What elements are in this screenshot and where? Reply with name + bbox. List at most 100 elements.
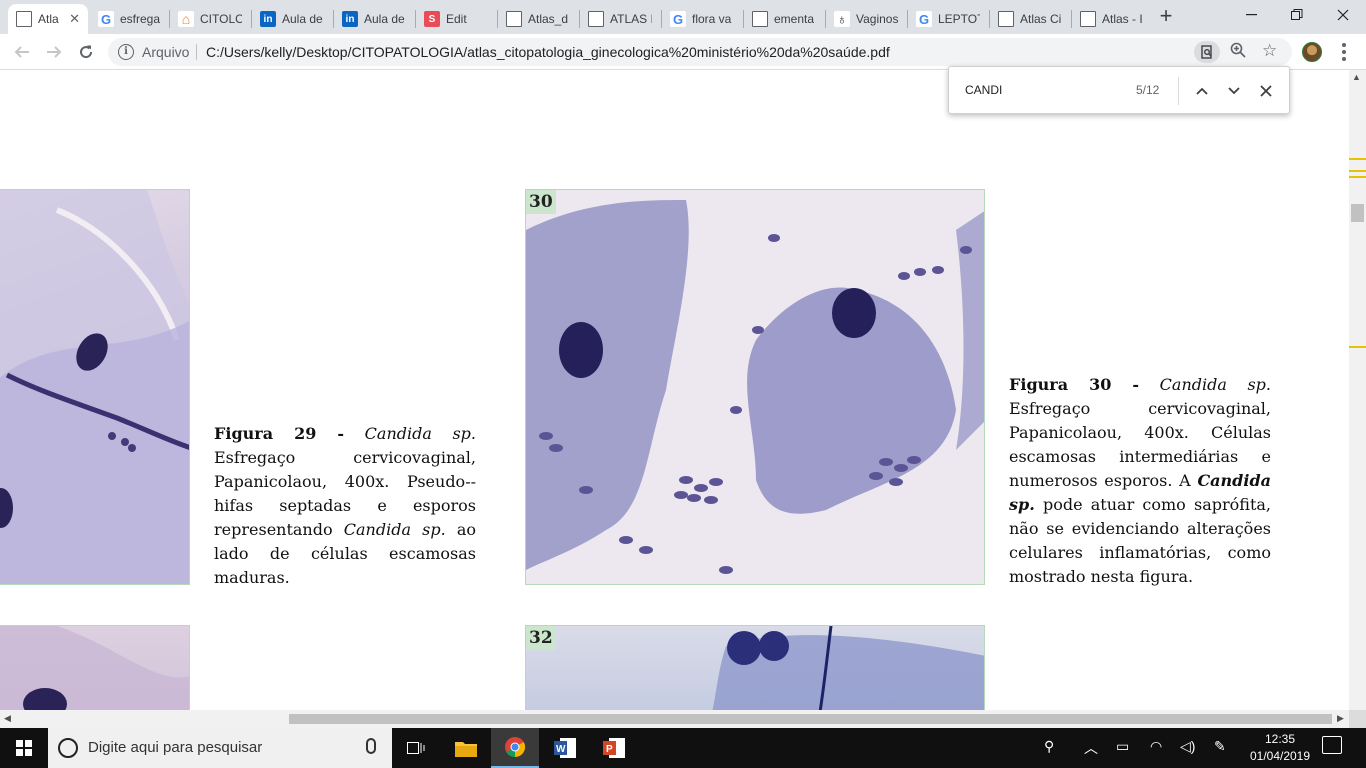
tab-ementa[interactable]: ementa [744, 4, 824, 34]
chevron-down-icon [1228, 87, 1240, 95]
word-button[interactable]: W [541, 728, 589, 768]
tab-leptot[interactable]: G LEPTOT [908, 4, 988, 34]
new-tab-button[interactable]: + [1155, 5, 1177, 28]
tab-flora[interactable]: G flora va [662, 4, 742, 34]
tab-atlas-ci[interactable]: Atlas Ci [990, 4, 1070, 34]
arrow-left-icon [14, 46, 29, 58]
horizontal-scroll-thumb[interactable] [289, 714, 1332, 724]
figure-29-caption: Figura 29 - Candida sp. Esfregaço cervic… [214, 422, 476, 590]
tab-title: Aula de [282, 12, 323, 26]
restore-button[interactable] [1274, 0, 1320, 30]
tab-atlas-dash[interactable]: Atlas - I [1072, 4, 1150, 34]
search-match-marker [1349, 176, 1366, 178]
scroll-up-arrow-icon[interactable]: ▲ [1352, 72, 1361, 82]
folder-icon [455, 742, 477, 757]
close-icon [1260, 85, 1272, 97]
caption-species: Candida sp. [1159, 375, 1271, 394]
tab-title: Atlas_d [528, 12, 569, 26]
notification-icon[interactable] [1322, 736, 1342, 754]
pen-icon[interactable]: ✎ [1214, 738, 1226, 755]
scroll-left-arrow-icon[interactable]: ◀ [4, 713, 11, 724]
caption-label: Figura 29 - [214, 424, 345, 443]
close-window-button[interactable] [1320, 0, 1366, 30]
search-placeholder: Digite aqui para pesquisar [88, 739, 263, 756]
drop-icon: ♁ [834, 11, 850, 27]
avatar[interactable] [1302, 42, 1322, 62]
wifi-icon[interactable]: ◠ [1150, 738, 1162, 755]
start-button[interactable] [0, 728, 48, 768]
system-clock[interactable]: 12:35 01/04/2019 [1240, 731, 1320, 765]
find-previous-button[interactable] [1190, 79, 1214, 103]
taskbar-search-box[interactable]: Digite aqui para pesquisar [48, 728, 392, 768]
chrome-icon [505, 737, 526, 758]
battery-icon[interactable]: ▭ [1116, 738, 1129, 755]
close-tab-icon[interactable]: ✕ [69, 11, 80, 27]
doc-icon [1080, 11, 1096, 27]
minimize-button[interactable] [1228, 0, 1274, 30]
forward-button[interactable] [42, 40, 66, 64]
powerpoint-button[interactable]: P [590, 728, 638, 768]
stackoverflow-icon: ⌂ [178, 11, 194, 27]
linkedin-icon: in [342, 11, 358, 27]
figure-number-label: 32 [526, 626, 556, 650]
find-close-button[interactable] [1254, 79, 1278, 103]
address-bar[interactable]: i Arquivo C:/Users/kelly/Desktop/CITOPAT… [108, 38, 1292, 66]
chrome-button[interactable] [491, 728, 539, 768]
task-view-button[interactable] [392, 728, 440, 768]
tab-strip: Atla ✕ G esfrega ⌂ CITOLO in Aula de in … [0, 0, 1366, 34]
s-icon: S [424, 11, 440, 27]
caption-text: pode atuar como saprófita, não se eviden… [1009, 495, 1271, 586]
tab-title: Vaginos [856, 12, 898, 26]
tab-title: LEPTOT [938, 12, 980, 26]
tab-title: Atlas - I [1102, 12, 1142, 26]
microphone-icon[interactable] [366, 738, 376, 754]
horizontal-scrollbar[interactable]: ◀ ▶ [0, 710, 1349, 728]
find-next-button[interactable] [1222, 79, 1246, 103]
scroll-right-arrow-icon[interactable]: ▶ [1337, 713, 1344, 724]
volume-icon[interactable]: ◁) [1180, 738, 1195, 755]
file-explorer-button[interactable] [442, 728, 490, 768]
bookmark-star-icon[interactable]: ☆ [1262, 41, 1277, 61]
tab-atlas-d[interactable]: Atlas_d [498, 4, 578, 34]
windows-taskbar: Digite aqui para pesquisar W P ⚲ ︿ ▭ ◠ ◁… [0, 728, 1366, 768]
url-text[interactable]: C:/Users/kelly/Desktop/CITOPATOLOGIA/atl… [206, 44, 890, 60]
kebab-menu-icon[interactable] [1334, 40, 1354, 64]
tab-citolo[interactable]: ⌂ CITOLO [170, 4, 250, 34]
vertical-scrollbar[interactable] [1349, 70, 1366, 710]
doc-icon [506, 11, 522, 27]
caption-label: Figura 30 - [1009, 375, 1140, 394]
chevron-up-icon[interactable]: ︿ [1084, 738, 1098, 758]
info-icon[interactable]: i [118, 44, 134, 60]
linkedin-icon: in [260, 11, 276, 27]
tab-atlas-i[interactable]: ATLAS I [580, 4, 660, 34]
vertical-scroll-thumb[interactable] [1351, 204, 1364, 222]
pdf-viewer: Figura 29 - Candida sp. Esfregaço cervic… [0, 70, 1366, 728]
tab-atlas-pdf[interactable]: Atla ✕ [8, 4, 88, 34]
close-icon [1337, 9, 1349, 21]
search-match-marker [1349, 158, 1366, 160]
tab-edit[interactable]: S Edit [416, 4, 496, 34]
powerpoint-icon: P [603, 738, 625, 758]
google-icon: G [98, 11, 114, 27]
clock-date: 01/04/2019 [1249, 749, 1311, 763]
scheme-label: Arquivo [142, 44, 190, 60]
svg-text:W: W [556, 744, 566, 755]
find-input[interactable]: CANDI [965, 83, 1002, 97]
back-button[interactable] [10, 40, 34, 64]
find-in-page-button[interactable] [1194, 41, 1220, 63]
tab-esfregaco[interactable]: G esfrega [90, 4, 168, 34]
google-icon: G [670, 11, 686, 27]
zoom-icon[interactable] [1230, 42, 1246, 63]
task-view-icon [407, 742, 425, 754]
restore-icon [1291, 9, 1303, 20]
people-icon[interactable]: ⚲ [1044, 738, 1054, 755]
find-bar: CANDI 5/12 [948, 66, 1290, 114]
tab-aula-2[interactable]: in Aula de [334, 4, 414, 34]
doc-icon [588, 11, 604, 27]
clock-time: 12:35 [1264, 732, 1296, 746]
reload-button[interactable] [74, 40, 98, 64]
tab-vaginos[interactable]: ♁ Vaginos [826, 4, 906, 34]
cortana-icon [58, 738, 78, 758]
doc-icon [752, 11, 768, 27]
tab-aula-1[interactable]: in Aula de [252, 4, 332, 34]
